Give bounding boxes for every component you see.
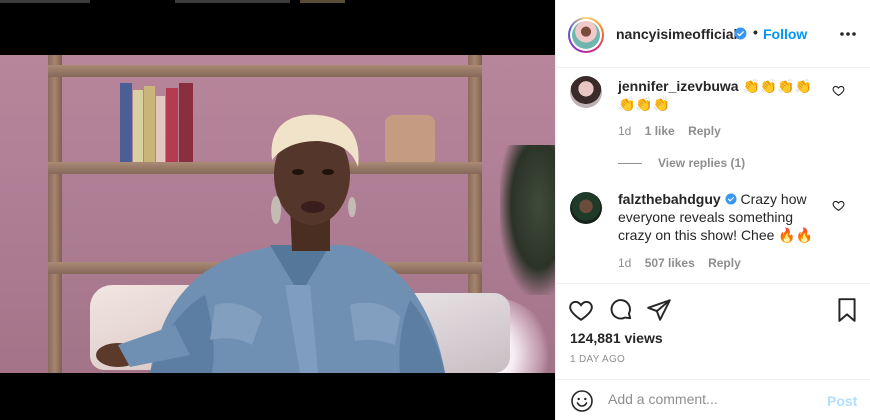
post-actions: 124,881 views 1 DAY AGO bbox=[556, 283, 870, 379]
author-avatar[interactable] bbox=[568, 17, 604, 53]
reply-button[interactable]: Reply bbox=[688, 124, 721, 138]
thumbnail-strip bbox=[0, 0, 555, 3]
comment-likes[interactable]: 507 likes bbox=[645, 256, 695, 270]
post-time[interactable]: 1 DAY AGO bbox=[570, 354, 625, 365]
presenter-figure bbox=[96, 114, 445, 373]
view-replies-label: View replies (1) bbox=[658, 156, 746, 170]
comment-input[interactable] bbox=[608, 391, 808, 407]
video-player[interactable] bbox=[0, 0, 555, 420]
share-icon[interactable] bbox=[646, 297, 672, 323]
view-count[interactable]: 124,881 views bbox=[570, 330, 663, 346]
comment-meta: 1d 507 likes Reply bbox=[618, 256, 751, 270]
comment-avatar[interactable] bbox=[570, 192, 602, 224]
bookmark-icon[interactable] bbox=[834, 297, 860, 323]
comment-like-heart-icon[interactable] bbox=[832, 84, 845, 97]
separator-dot: • bbox=[753, 24, 758, 40]
verified-badge-icon bbox=[725, 193, 737, 205]
comment-likes[interactable]: 1 like bbox=[645, 124, 675, 138]
comment-body: falzthebahdguy Crazy how everyone reveal… bbox=[618, 190, 822, 244]
comment-username[interactable]: jennifer_izevbuwa bbox=[618, 78, 739, 94]
author-username[interactable]: nancyisimeofficial bbox=[616, 26, 737, 42]
post-side-panel: nancyisimeofficial • Follow jennifer_ize… bbox=[555, 0, 870, 420]
comment-time: 1d bbox=[618, 124, 632, 138]
comment-avatar[interactable] bbox=[570, 76, 602, 108]
replies-divider bbox=[618, 162, 642, 164]
reply-button[interactable]: Reply bbox=[708, 256, 741, 270]
video-frame[interactable] bbox=[0, 55, 555, 373]
comment-meta: 1d 1 like Reply bbox=[618, 124, 731, 138]
follow-button[interactable]: Follow bbox=[763, 26, 807, 42]
heart-icon[interactable] bbox=[568, 297, 594, 323]
comment-like-heart-icon[interactable] bbox=[832, 199, 845, 212]
post-header: nancyisimeofficial • Follow bbox=[556, 0, 870, 68]
post-comment-button[interactable]: Post bbox=[827, 393, 857, 409]
view-replies-button[interactable]: View replies (1) bbox=[618, 156, 745, 170]
more-options-icon[interactable] bbox=[839, 31, 857, 37]
comment-icon[interactable] bbox=[608, 297, 634, 323]
emoji-icon[interactable] bbox=[570, 389, 594, 413]
comment-username[interactable]: falzthebahdguy bbox=[618, 191, 721, 207]
comment-composer: Post bbox=[556, 379, 870, 420]
comment-time: 1d bbox=[618, 256, 632, 270]
comment-body: jennifer_izevbuwa 👏👏👏👏👏👏👏 bbox=[618, 77, 822, 113]
verified-badge-icon bbox=[734, 27, 747, 40]
